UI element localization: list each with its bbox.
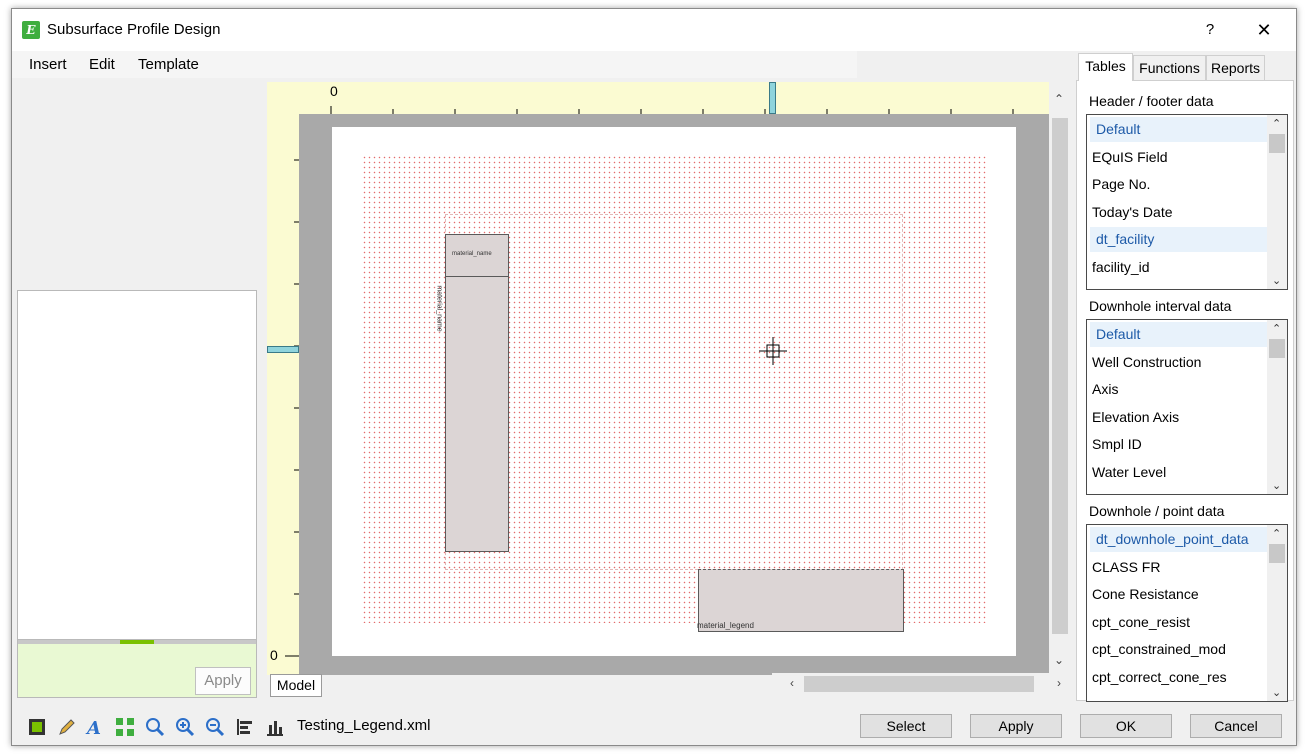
scroll-up-icon[interactable]: ⌃ (1272, 322, 1281, 335)
cancel-button[interactable]: Cancel (1190, 714, 1282, 738)
scroll-down-icon[interactable]: ⌄ (1272, 686, 1281, 699)
scrollbar-thumb[interactable] (1052, 118, 1068, 634)
list-scrollbar[interactable]: ⌃ ⌄ (1267, 115, 1287, 289)
legend-label: material_legend (697, 621, 754, 630)
menu-edit[interactable]: Edit (89, 56, 115, 73)
scroll-left-icon[interactable]: ‹ (790, 676, 794, 690)
list-item[interactable]: Page No. (1090, 172, 1268, 197)
window-title: Subsurface Profile Design (47, 21, 221, 38)
list-scrollbar[interactable]: ⌃ ⌄ (1267, 320, 1287, 494)
splitter[interactable] (18, 640, 256, 644)
tab-model[interactable]: Model (270, 674, 322, 697)
crosshair-cursor-icon (759, 337, 787, 365)
list-item[interactable]: Today's Date (1090, 200, 1268, 225)
property-footer: Apply (17, 640, 257, 698)
app-icon: E (22, 21, 40, 39)
list-item[interactable]: Default (1090, 322, 1268, 347)
list-item[interactable]: cpt_correct_cone_res (1090, 665, 1268, 690)
menu-bar: Insert Edit Template (12, 51, 857, 78)
ok-button[interactable]: OK (1080, 714, 1172, 738)
list-item[interactable]: cpt_constrained_mod (1090, 637, 1268, 662)
list-item[interactable]: CLASS FR (1090, 555, 1268, 580)
selection-frame (445, 214, 903, 570)
svg-text:A: A (85, 718, 101, 737)
bottom-toolbar: A Testing_Legend.xml Select Apply OK Can… (12, 703, 1296, 745)
list-item[interactable]: dt_facility (1090, 227, 1268, 252)
scroll-down-icon[interactable]: ⌄ (1054, 653, 1064, 667)
select-button[interactable]: Select (860, 714, 952, 738)
scroll-up-icon[interactable]: ⌃ (1054, 92, 1064, 106)
tab-functions[interactable]: Functions (1133, 55, 1206, 81)
property-apply-button[interactable]: Apply (195, 667, 251, 695)
pencil-icon[interactable] (57, 717, 77, 737)
ruler-horizontal[interactable] (267, 82, 1049, 114)
scroll-down-icon[interactable]: ⌄ (1272, 479, 1281, 492)
list-item[interactable]: Smpl ID (1090, 432, 1268, 457)
scrollbar-thumb[interactable] (804, 676, 1034, 692)
list-item[interactable]: cpt_cone_resist (1090, 610, 1268, 635)
select-rect-icon[interactable] (27, 717, 47, 737)
column-header-label: material_name (452, 251, 492, 257)
list-item[interactable]: Elevation Axis (1090, 405, 1268, 430)
list-item[interactable]: Default (1090, 117, 1268, 142)
downhole-interval-list[interactable]: Default Well Construction Axis Elevation… (1086, 319, 1288, 495)
menu-template[interactable]: Template (138, 56, 199, 73)
align-icon[interactable] (235, 717, 255, 737)
column-header[interactable]: material_name (446, 235, 508, 277)
splitter-grip[interactable] (120, 640, 154, 644)
close-button[interactable]: ✕ (1250, 17, 1278, 43)
ruler-horizontal-ticks (270, 83, 1014, 114)
scroll-down-icon[interactable]: ⌄ (1272, 274, 1281, 287)
apply-button[interactable]: Apply (970, 714, 1062, 738)
vertical-scrollbar[interactable]: ⌃ ⌄ (1049, 82, 1071, 675)
header-footer-list[interactable]: Default EQuIS Field Page No. Today's Dat… (1086, 114, 1288, 290)
ruler-position-marker (267, 346, 299, 353)
dialog-window: E Subsurface Profile Design ? ✕ Insert E… (11, 8, 1297, 746)
list-item[interactable]: Cone Resistance (1090, 582, 1268, 607)
zoom-out-icon[interactable] (205, 717, 225, 737)
zoom-icon[interactable] (145, 717, 165, 737)
scroll-right-icon[interactable]: › (1057, 676, 1061, 690)
help-button[interactable]: ? (1198, 17, 1222, 43)
fit-page-icon[interactable] (115, 717, 135, 737)
list-item[interactable]: Well Construction (1090, 350, 1268, 375)
list-item[interactable]: Axis (1090, 377, 1268, 402)
list-item[interactable]: dt_downhole_point_data (1090, 527, 1268, 552)
menu-insert[interactable]: Insert (29, 56, 67, 73)
template-filename: Testing_Legend.xml (297, 717, 431, 734)
property-panel[interactable] (17, 290, 257, 640)
scroll-up-icon[interactable]: ⌃ (1272, 527, 1281, 540)
list-item[interactable]: Water Level (1090, 460, 1268, 485)
list-scrollbar[interactable]: ⌃ ⌄ (1267, 525, 1287, 701)
scrollbar-thumb[interactable] (1269, 134, 1285, 153)
horizontal-scrollbar[interactable]: ‹ › (772, 673, 1071, 695)
material-legend-element[interactable]: material_legend (697, 569, 904, 632)
section-title-header-footer: Header / footer data (1089, 93, 1214, 109)
ruler-zero-label: 0 (270, 647, 278, 663)
ruler-vertical[interactable] (267, 82, 299, 675)
scrollbar-thumb[interactable] (1269, 339, 1285, 358)
list-item[interactable]: facility_id (1090, 255, 1268, 280)
material-column-element[interactable]: material_name material_name (436, 234, 509, 552)
scroll-up-icon[interactable]: ⌃ (1272, 117, 1281, 130)
section-title-downhole-interval: Downhole interval data (1089, 298, 1232, 314)
data-panel: Tables Functions Reports Header / footer… (1076, 53, 1296, 702)
tab-tables[interactable]: Tables (1078, 53, 1133, 81)
ruler-zero-label: 0 (330, 83, 338, 99)
list-item[interactable]: EQuIS Field (1090, 145, 1268, 170)
tab-reports[interactable]: Reports (1206, 55, 1265, 81)
title-bar: E Subsurface Profile Design ? ✕ (12, 9, 1296, 51)
text-tool-icon[interactable]: A (85, 717, 105, 737)
chart-icon[interactable] (265, 717, 285, 737)
downhole-point-list[interactable]: dt_downhole_point_data CLASS FR Cone Res… (1086, 524, 1288, 702)
zoom-in-icon[interactable] (175, 717, 195, 737)
section-title-downhole-point: Downhole / point data (1089, 503, 1225, 519)
column-vertical-label: material_name (435, 285, 443, 332)
ruler-position-marker (769, 82, 776, 114)
tables-tab-content: Header / footer data Default EQuIS Field… (1076, 80, 1294, 702)
ruler-vertical-ticks (285, 159, 299, 657)
scrollbar-thumb[interactable] (1269, 544, 1285, 563)
